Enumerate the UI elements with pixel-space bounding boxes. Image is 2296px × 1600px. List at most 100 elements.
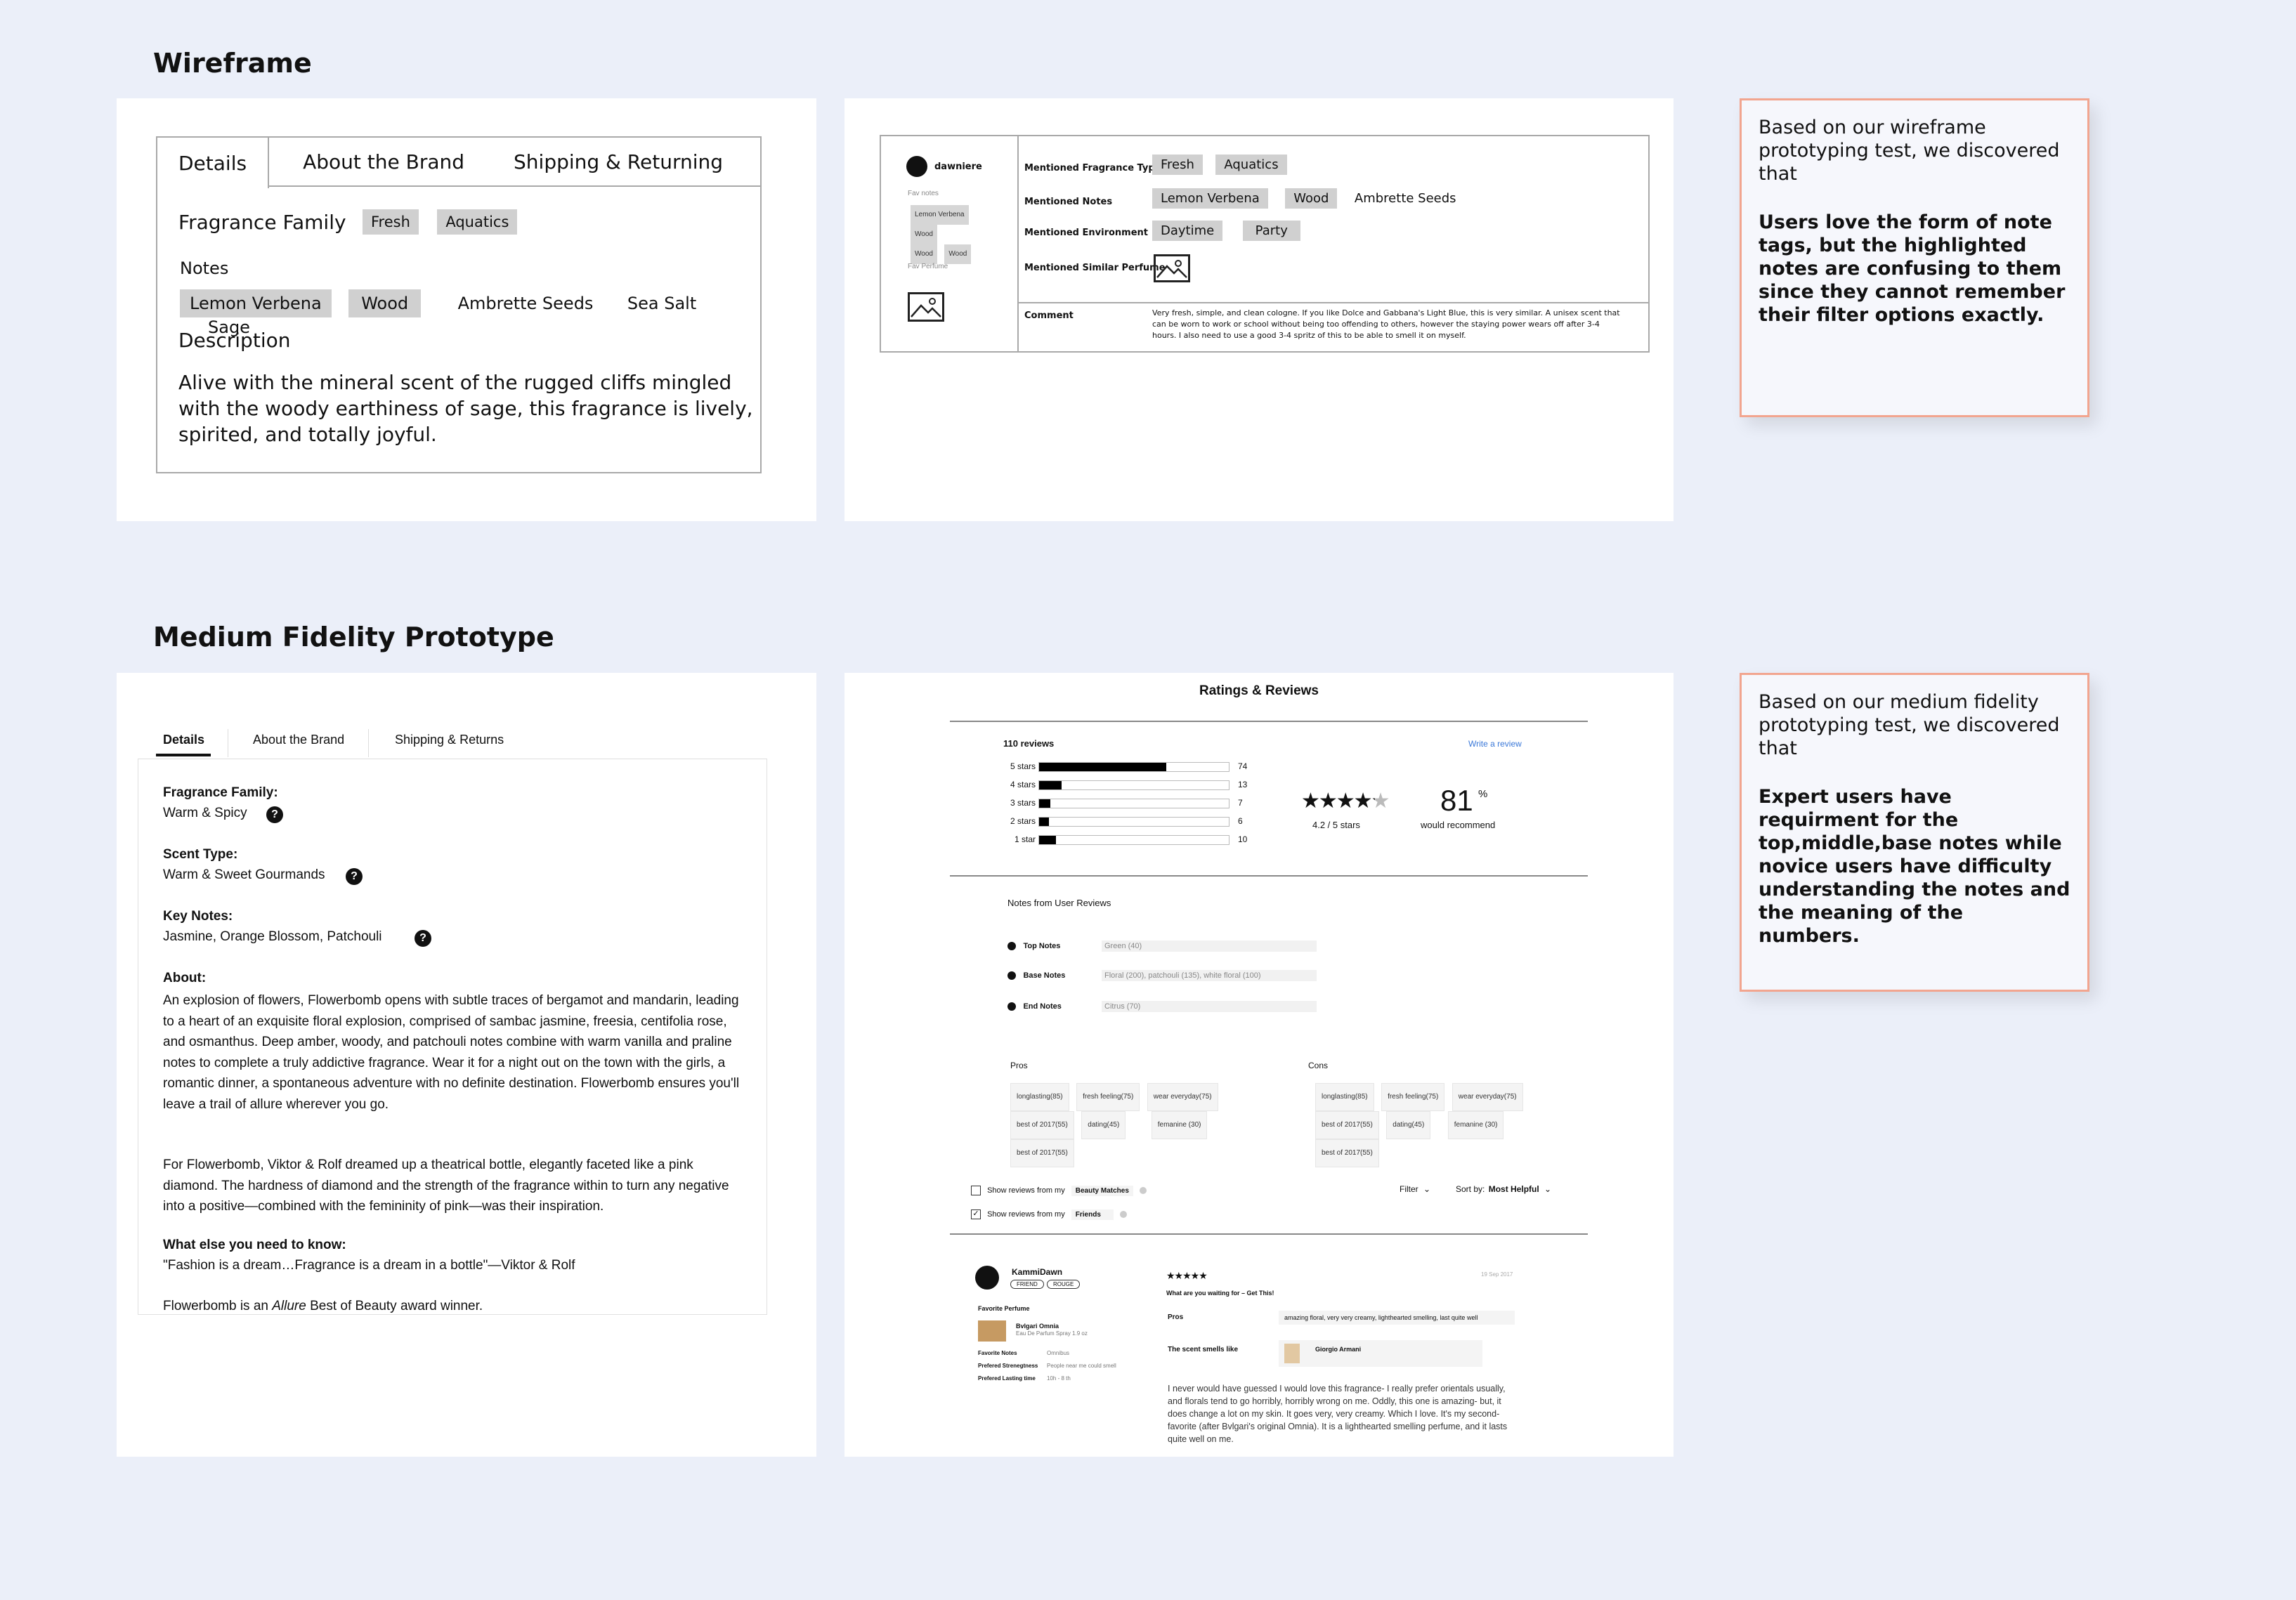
notes-from-reviews-title: Notes from User Reviews [1007,898,1111,908]
con-chip[interactable]: fresh feeling(75) [1381,1083,1445,1111]
filter-beauty-matches[interactable]: Show reviews from my Beauty Matches [971,1185,1147,1196]
pro-chip[interactable]: fresh feeling(75) [1076,1083,1140,1111]
similar-perfume-image-icon[interactable] [1154,254,1190,282]
note-ambrette-seeds[interactable]: Ambrette Seeds [1355,191,1456,206]
scent-type-value: Warm & Sweet Gourmands [163,867,325,882]
con-chip[interactable]: wear everyday(75) [1452,1083,1523,1111]
rating-bar-label: 4 stars [1010,780,1036,789]
fragrance-family-value: Warm & Spicy [163,806,247,820]
note-row-top[interactable]: Top Notes [1007,940,1060,952]
badge-rouge: ROUGE [1047,1280,1081,1289]
con-chip[interactable]: dating(45) [1386,1111,1431,1139]
reviewer-username[interactable]: dawniere [934,162,982,172]
tag-lemon-verbena[interactable]: Lemon Verbena [1152,188,1268,209]
wireframe-section-title: Wireframe [153,48,312,79]
tag-lemon-verbena[interactable]: Lemon Verbena [180,289,332,317]
info-icon[interactable] [1139,1187,1147,1194]
pro-chip[interactable]: dating(45) [1081,1111,1126,1139]
mentioned-environment-label: Mentioned Environment [1024,228,1149,238]
smells-like-label: The scent smells like [1168,1346,1239,1353]
con-chip[interactable]: femanine (30) [1447,1111,1504,1139]
comment-label: Comment [1024,310,1074,321]
tag-wood[interactable]: Wood [1285,188,1338,209]
mentioned-type-tags: Fresh Aquatics [1152,155,1287,175]
avatar[interactable] [975,1266,999,1290]
info-icon[interactable] [1119,1211,1127,1218]
checkbox[interactable] [971,1186,981,1195]
perfume-thumbnail [978,1320,1006,1342]
con-chip[interactable]: best of 2017(55) [1315,1139,1379,1167]
tag-daytime[interactable]: Daytime [1152,221,1223,241]
active-tab-underline [156,754,211,756]
tab-shipping[interactable]: Shipping & Returning [485,138,744,185]
rating-bar-track[interactable] [1038,799,1229,808]
pref-strength-label: Prefered Strenegtness [978,1363,1038,1369]
pref-lasting-value: 10h - 8 th [1047,1375,1071,1382]
sort-dropdown[interactable]: Sort by: Most Helpful ⌄ [1456,1184,1551,1194]
about-paragraph-1: An explosion of flowers, Flowerbomb open… [163,993,740,1112]
tab-details[interactable]: Details [157,138,270,188]
pro-chip[interactable]: best of 2017(55) [1010,1111,1074,1139]
fav-perfume-label: Fav Perfume [908,263,948,270]
rating-bar-track[interactable] [1038,817,1229,827]
help-icon[interactable]: ? [266,806,283,823]
medium-details-panel: Details About the Brand Shipping & Retur… [117,673,816,1457]
fav-notes-label: Favorite Notes [978,1350,1017,1356]
reviewer-username[interactable]: KammiDawn [1012,1267,1062,1277]
rating-bar-fill [1039,836,1056,844]
fav-perfume-name: Bvlgari Omnia [1016,1323,1059,1330]
rating-bar-label: 3 stars [1010,798,1036,808]
note-ambrette-seeds[interactable]: Ambrette Seeds [458,294,594,313]
know-value: "Fashion is a dream…Fragrance is a dream… [163,1258,575,1273]
chevron-down-icon: ⌄ [1544,1184,1552,1194]
tag-fresh[interactable]: Fresh [363,209,419,235]
fav-notes-label: Fav notes [908,190,939,197]
tag-party[interactable]: Party [1242,221,1300,241]
divider [950,875,1588,877]
mentioned-notes-tags: Lemon Verbena Wood Ambrette Seeds [1152,188,1456,209]
medium-finding-note: Based on our medium fidelity prototyping… [1740,673,2089,992]
note-row-base[interactable]: Base Notes [1007,969,1065,982]
tag-aquatics[interactable]: Aquatics [437,209,518,235]
note-sea-salt[interactable]: Sea Salt [627,294,696,313]
tag-wood[interactable]: Wood [348,289,422,317]
tag-fresh[interactable]: Fresh [1152,155,1203,175]
help-icon[interactable]: ? [346,868,363,885]
tab-about-brand[interactable]: About the Brand [253,733,344,747]
write-review-link[interactable]: Write a review [1468,739,1522,749]
checkbox-checked[interactable]: ✓ [971,1209,981,1219]
divider [950,1233,1588,1235]
note-row-end[interactable]: End Notes [1007,1000,1062,1013]
rating-bar-track[interactable] [1038,780,1229,790]
filter-friends[interactable]: ✓ Show reviews from my Friends [971,1209,1127,1220]
rating-bar-track[interactable] [1038,835,1229,845]
recommend-unit: % [1478,788,1488,800]
mentioned-type-label: Mentioned Fragrance Type [1024,163,1161,173]
avatar[interactable] [906,156,927,177]
filter-dropdown[interactable]: Filter ⌄ [1400,1184,1430,1194]
tag-aquatics[interactable]: Aquatics [1215,155,1287,175]
tab-details[interactable]: Details [163,733,204,747]
finding-intro: Based on our medium fidelity prototyping… [1759,691,2060,759]
smells-like-card[interactable]: Giorgio Armani [1279,1340,1482,1367]
fragrance-family-label: Fragrance Family: [163,785,278,800]
description-label: Description [178,329,291,352]
pro-chip[interactable]: longlasting(85) [1010,1083,1069,1111]
tab-about-brand[interactable]: About the Brand [269,138,485,185]
pro-chip[interactable]: wear everyday(75) [1147,1083,1218,1111]
pro-chip[interactable]: femanine (30) [1151,1111,1208,1139]
star-rating-icon: ★★★★★ ★★★★★ [1301,789,1390,813]
rating-bar-track[interactable] [1038,762,1229,772]
tab-shipping[interactable]: Shipping & Returns [395,733,504,747]
note-label: End Notes [1023,1002,1062,1011]
review-divider-vertical [1017,136,1019,351]
average-rating: 4.2 / 5 stars [1312,820,1360,830]
help-icon[interactable]: ? [415,930,431,947]
award-magazine: Allure [272,1299,306,1313]
review-pros-label: Pros [1168,1313,1184,1321]
key-notes-value: Jasmine, Orange Blossom, Patchouli [163,929,382,944]
pro-chip[interactable]: best of 2017(55) [1010,1139,1074,1167]
con-chip[interactable]: best of 2017(55) [1315,1111,1379,1139]
con-chip[interactable]: longlasting(85) [1315,1083,1374,1111]
wireframe-review-card: dawniere Fav notes Lemon Verbena Wood Wo… [880,135,1650,353]
